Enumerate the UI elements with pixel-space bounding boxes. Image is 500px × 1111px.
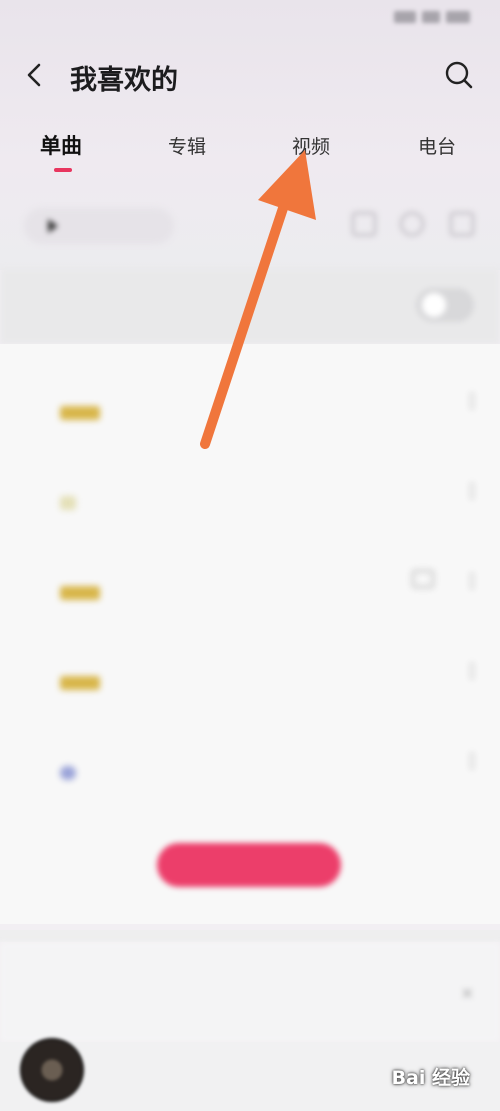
quality-badge bbox=[60, 496, 76, 510]
system-icons bbox=[394, 11, 470, 23]
section-divider bbox=[0, 930, 500, 942]
play-all-button[interactable] bbox=[24, 208, 174, 244]
quality-badge bbox=[60, 676, 100, 690]
sort-icon[interactable] bbox=[352, 212, 376, 236]
watermark-text: Bai 经验 bbox=[391, 1067, 470, 1089]
more-vertical-icon[interactable] bbox=[470, 482, 474, 500]
list-item[interactable] bbox=[0, 626, 500, 714]
list-item[interactable] bbox=[0, 536, 500, 624]
download-icon[interactable] bbox=[400, 212, 424, 236]
tab-singles[interactable]: 单曲 bbox=[40, 130, 82, 160]
more-vertical-icon[interactable] bbox=[470, 392, 474, 410]
list-item[interactable] bbox=[0, 356, 500, 444]
app-header: 我喜欢的 bbox=[0, 48, 500, 102]
active-tab-indicator bbox=[54, 168, 72, 172]
quality-badge bbox=[60, 406, 100, 420]
album-cover[interactable] bbox=[20, 1038, 84, 1102]
video-icon[interactable] bbox=[412, 570, 434, 588]
select-icon[interactable] bbox=[450, 212, 474, 236]
list-item[interactable] bbox=[0, 716, 500, 804]
more-vertical-icon[interactable] bbox=[470, 662, 474, 680]
status-bar bbox=[0, 0, 500, 36]
status-time bbox=[46, 10, 64, 26]
ai-recommend-toggle[interactable] bbox=[416, 288, 474, 322]
artist-avatar bbox=[60, 766, 76, 780]
tab-bar: 单曲 专辑 视频 电台 bbox=[0, 126, 500, 174]
ai-recommend-bar bbox=[0, 268, 500, 344]
tab-videos[interactable]: 视频 bbox=[292, 132, 330, 159]
list-toolbar bbox=[0, 198, 500, 254]
quality-badge bbox=[60, 586, 100, 600]
tab-albums[interactable]: 专辑 bbox=[168, 132, 206, 159]
play-icon bbox=[48, 219, 58, 233]
search-icon[interactable] bbox=[444, 60, 474, 90]
list-item[interactable] bbox=[0, 446, 500, 534]
close-icon[interactable]: ✕ bbox=[461, 984, 474, 1003]
tab-radio[interactable]: 电台 bbox=[418, 132, 456, 159]
more-vertical-icon[interactable] bbox=[470, 752, 474, 770]
baidu-watermark: Bai 经验 bbox=[392, 1063, 470, 1097]
random-play-button[interactable] bbox=[157, 843, 341, 887]
page-title: 我喜欢的 bbox=[70, 65, 178, 96]
more-vertical-icon[interactable] bbox=[470, 572, 474, 590]
chevron-left-icon[interactable] bbox=[22, 62, 48, 88]
recommend-section: ✕ bbox=[0, 942, 500, 1042]
